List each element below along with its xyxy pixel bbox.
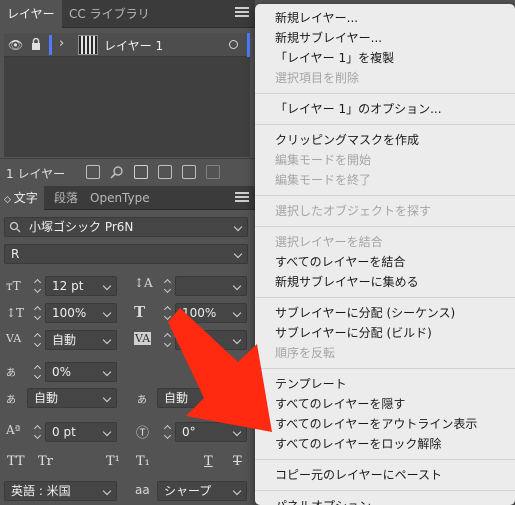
annotation-arrow bbox=[168, 308, 272, 432]
